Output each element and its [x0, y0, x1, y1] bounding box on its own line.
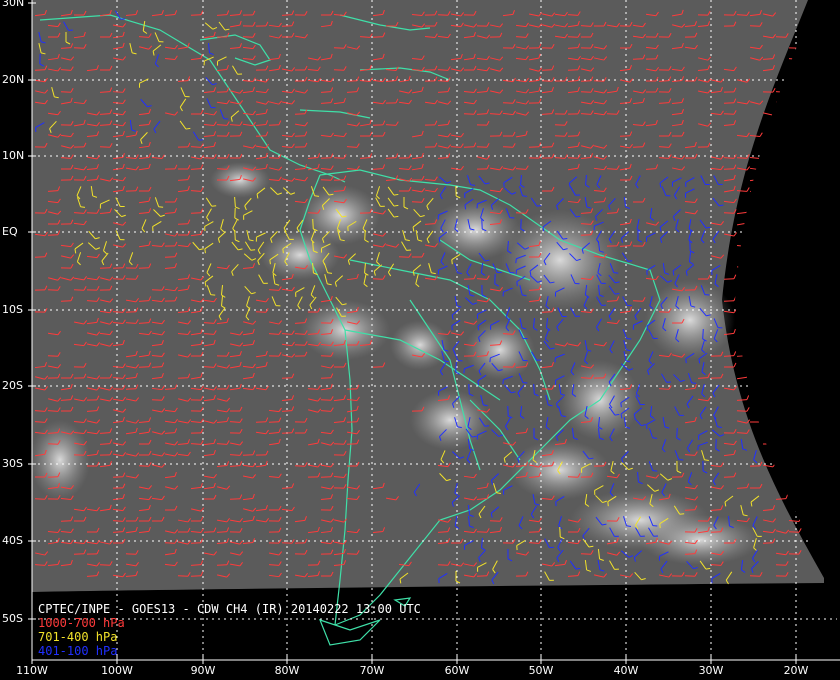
map-title: CPTEC/INPE - GOES13 - CDW CH4 (IR) 20140… [38, 602, 421, 616]
lat-label: EQ [2, 225, 18, 238]
lat-label: 40S [2, 534, 23, 547]
lon-label: 70W [359, 664, 385, 677]
lon-label: 80W [274, 664, 300, 677]
lat-label: 50S [2, 612, 23, 625]
lat-label: 20S [2, 379, 23, 392]
lon-label: 100W [101, 664, 133, 677]
cloud-patch [390, 320, 450, 370]
lat-label: 20N [2, 73, 25, 86]
lon-label: 110W [16, 664, 48, 677]
legend-entry-low: 1000-700 hPa [38, 616, 125, 630]
cloud-patch [640, 515, 760, 565]
lon-label: 90W [190, 664, 216, 677]
legend-entry-mid: 701-400 hPa [38, 630, 118, 644]
legend-entry-high: 401-100 hPa [38, 644, 118, 658]
cloud-patch [500, 210, 620, 310]
cloud-patch [30, 420, 90, 500]
lon-label: 40W [613, 664, 639, 677]
satellite-wind-map [0, 0, 840, 680]
lon-label: 30W [698, 664, 724, 677]
lat-label: 10S [2, 303, 23, 316]
lat-label: 10N [2, 149, 25, 162]
lon-label: 50W [528, 664, 554, 677]
lat-label: 30S [2, 457, 23, 470]
cloud-patch [645, 280, 735, 360]
cloud-patch [410, 390, 490, 450]
lon-label: 60W [444, 664, 470, 677]
lon-label: 20W [783, 664, 809, 677]
legend-box: CPTEC/INPE - GOES13 - CDW CH4 (IR) 20140… [38, 602, 421, 658]
lat-label: 30N [2, 0, 25, 9]
